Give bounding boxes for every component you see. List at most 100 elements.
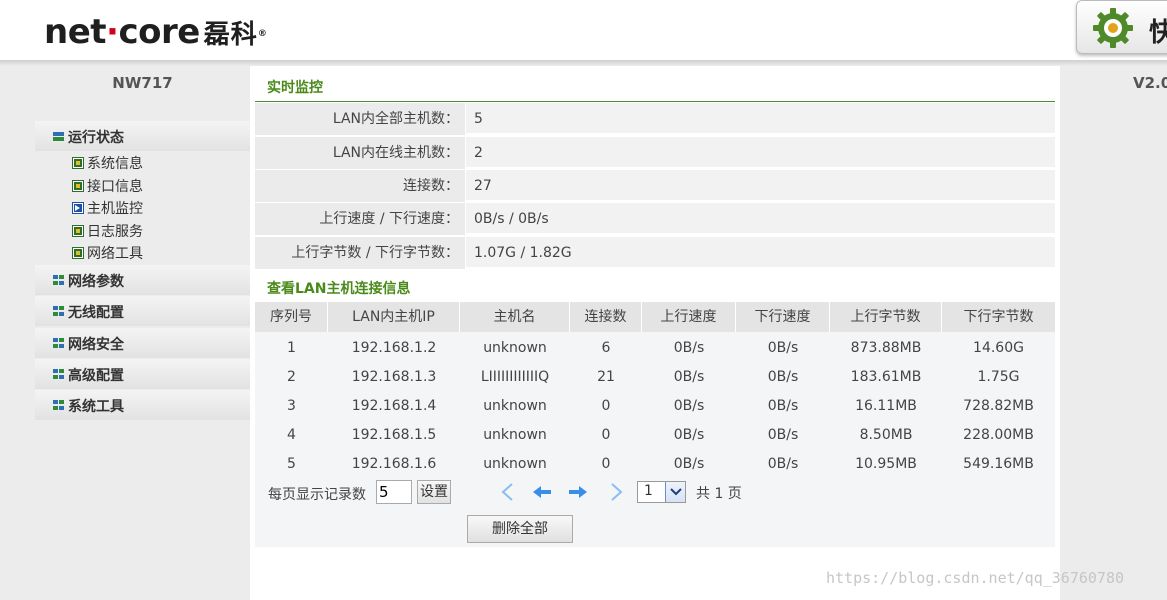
delete-all-button[interactable]: 删除全部 <box>467 515 573 543</box>
menu-group-label: 无线配置 <box>68 305 124 321</box>
watermark: https://blog.csdn.net/qq_36760780 <box>826 569 1125 587</box>
menu-group-wireless[interactable]: 无线配置 <box>35 296 250 326</box>
table-header: 序列号 LAN内主机IP 主机名 连接数 上行速度 下行速度 上行字节数 下行字… <box>255 302 1055 332</box>
set-button[interactable]: 设置 <box>417 480 451 504</box>
table-cell: 21 <box>597 369 615 385</box>
table-cell: 192.168.1.2 <box>351 340 437 356</box>
info-value: 27 <box>474 178 492 194</box>
chevron-down-icon[interactable] <box>665 482 685 502</box>
table-cell: 192.168.1.4 <box>351 398 437 414</box>
column-header: 主机名 <box>460 302 570 332</box>
column-header: 下行字节数 <box>963 309 1034 325</box>
bullet-icon <box>72 247 84 259</box>
column-header: 上行字节数 <box>830 302 942 332</box>
table-cell: 4 <box>287 427 296 443</box>
table-cell: 0B/s <box>767 456 799 472</box>
table-cell: 1 <box>287 340 296 356</box>
firmware-version: V2.0 <box>1133 74 1167 92</box>
table-cell: unknown <box>483 427 547 443</box>
info-value: 1.07G / 1.82G <box>474 245 572 261</box>
table-cell: 0B/s <box>673 369 705 385</box>
info-row-all-hosts: LAN内全部主机数： 5 <box>255 103 1055 135</box>
table-cell: 873.88MB <box>850 340 922 356</box>
menu-group-label: 高级配置 <box>68 368 124 384</box>
table-cell: 0B/s <box>767 398 799 414</box>
sidebar-item-log-service[interactable]: 日志服务 <box>72 220 243 242</box>
sidebar-item-host-monitor[interactable]: 主机监控 <box>72 197 243 219</box>
table-cell: 192.168.1.6 <box>351 456 437 472</box>
grid-icon <box>53 275 64 285</box>
table-row: 5 192.168.1.6 unknown 0 0B/s 0B/s 10.95M… <box>255 450 1055 479</box>
next-page-icon[interactable] <box>567 481 589 503</box>
quick-setup-button[interactable]: 快 <box>1076 0 1167 54</box>
table-cell: 0B/s <box>767 369 799 385</box>
menu-group-system-tools[interactable]: 系统工具 <box>35 390 250 420</box>
table-cell: 5 <box>287 456 296 472</box>
column-header: LAN内主机IP <box>328 302 460 332</box>
sidebar-item-label: 系统信息 <box>87 156 143 172</box>
header-bar: net·core 磊科® 快 <box>0 0 1167 62</box>
grid-icon <box>53 338 64 348</box>
info-key: 上行字节数 / 下行字节数： <box>255 237 466 269</box>
menu-group-label: 网络安全 <box>68 337 124 353</box>
sidebar-item-interface-info[interactable]: 接口信息 <box>72 175 243 197</box>
collapse-bar-icon <box>53 132 64 141</box>
menu-group-security[interactable]: 网络安全 <box>35 328 250 358</box>
page-select[interactable]: 1 <box>637 481 686 503</box>
section-title: 实时监控 <box>267 80 323 96</box>
sidebar-item-system-info[interactable]: 系统信息 <box>72 152 243 174</box>
section-title: 查看LAN主机连接信息 <box>267 281 411 297</box>
menu-group-run-status[interactable]: 运行状态 <box>35 121 250 151</box>
info-row-online-hosts: LAN内在线主机数： 2 <box>255 137 1055 169</box>
info-row-speed: 上行速度 / 下行速度： 0B/s / 0B/s <box>255 203 1055 235</box>
info-value: 5 <box>474 111 483 127</box>
table-row: 4 192.168.1.5 unknown 0 0B/s 0B/s 8.50MB… <box>255 421 1055 450</box>
info-key: 连接数： <box>255 170 466 202</box>
table-cell: unknown <box>483 340 547 356</box>
table-row: 3 192.168.1.4 unknown 0 0B/s 0B/s 16.11M… <box>255 392 1055 421</box>
info-row-bytes: 上行字节数 / 下行字节数： 1.07G / 1.82G <box>255 237 1055 269</box>
table-cell: unknown <box>483 456 547 472</box>
connections-section-header: 查看LAN主机连接信息 <box>255 267 1055 303</box>
gear-icon <box>1093 8 1133 48</box>
table-cell: 183.61MB <box>850 369 922 385</box>
table-cell: 0B/s <box>767 427 799 443</box>
table-cell: 0B/s <box>673 456 705 472</box>
table-cell: 549.16MB <box>963 456 1034 472</box>
table-cell: 192.168.1.3 <box>351 369 437 385</box>
table-cell: unknown <box>483 398 547 414</box>
menu-group-network-params[interactable]: 网络参数 <box>35 265 250 295</box>
column-header: 序列号 <box>255 302 328 332</box>
menu-group-label: 网络参数 <box>68 274 124 290</box>
table-cell: 0B/s <box>767 340 799 356</box>
table-row: 2 192.168.1.3 LIIIIIIIIIIIIQ 21 0B/s 0B/… <box>255 363 1055 392</box>
quick-setup-label: 快 <box>1149 18 1167 48</box>
table-cell: 228.00MB <box>963 427 1034 443</box>
table-cell: 0B/s <box>673 398 705 414</box>
table-cell: 8.50MB <box>859 427 913 443</box>
table-cell: 0B/s <box>673 427 705 443</box>
grid-icon <box>53 306 64 316</box>
grid-icon <box>53 369 64 379</box>
table-cell: 192.168.1.5 <box>351 427 437 443</box>
menu-group-label: 系统工具 <box>68 399 124 415</box>
table-cell: 728.82MB <box>963 398 1034 414</box>
bullet-icon <box>72 157 84 169</box>
per-page-input[interactable] <box>376 480 412 504</box>
table-cell: 6 <box>601 340 611 356</box>
last-page-icon[interactable] <box>605 481 627 503</box>
prev-page-icon[interactable] <box>531 481 553 503</box>
info-value: 0B/s / 0B/s <box>474 211 549 227</box>
first-page-icon[interactable] <box>497 481 519 503</box>
column-header: 下行速度 <box>736 302 830 332</box>
info-value: 2 <box>474 145 483 161</box>
table-cell: 14.60G <box>973 340 1024 356</box>
sidebar: NW717 运行状态 系统信息 接口信息 主机监控 日志服务 网络工具 网络参数 <box>35 66 250 600</box>
info-row-connections: 连接数： 27 <box>255 170 1055 202</box>
bullet-icon <box>72 180 84 192</box>
netcore-logo: net·core 磊科® <box>44 12 267 52</box>
info-key: 上行速度 / 下行速度： <box>255 203 466 235</box>
menu-group-advanced[interactable]: 高级配置 <box>35 359 250 389</box>
sidebar-item-network-tools[interactable]: 网络工具 <box>72 242 243 264</box>
table-cell: 0B/s <box>673 340 705 356</box>
